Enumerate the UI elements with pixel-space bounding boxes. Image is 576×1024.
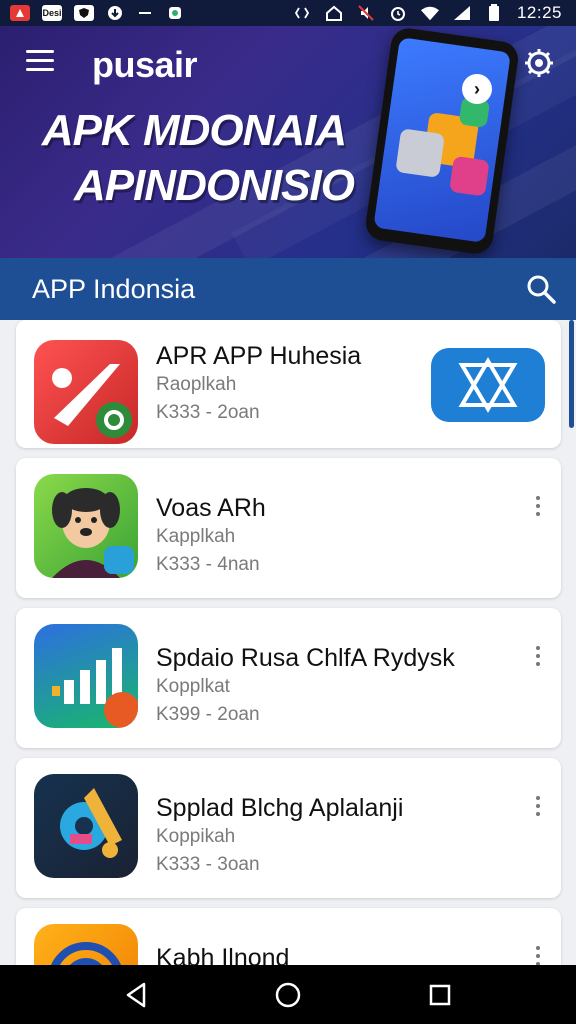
mute-icon [357, 5, 375, 21]
recents-square-icon[interactable] [420, 975, 460, 1015]
app-list-item[interactable]: Voas ARh Kapplkah K333 - 4nan [16, 458, 561, 598]
app-notification-icon [10, 5, 30, 21]
wifi-icon [420, 5, 439, 21]
hero-banner: pusair › APK MDONAIA APINDONISIO [0, 26, 576, 258]
signal-icon [453, 5, 471, 21]
app-list-item[interactable]: Kabh Ilnond [16, 908, 561, 965]
vpn-notification-icon [166, 5, 184, 21]
more-options-icon[interactable] [531, 942, 545, 965]
data-arrows-icon [293, 5, 311, 21]
menu-button[interactable] [26, 50, 54, 74]
home-circle-icon[interactable] [268, 975, 308, 1015]
app-name: Spdaio Rusa ChlfA Rydysk [156, 644, 455, 672]
battery-icon [485, 4, 503, 21]
app-list-item[interactable]: Spplad Blchg Aplalanji Koppikah K333 - 3… [16, 758, 561, 898]
gear-tool-app-icon [34, 774, 138, 878]
section-header: APP Indonsia [0, 258, 576, 320]
app-list-item[interactable]: APR APP Huhesia Raoplkah K333 - 2oan [16, 320, 561, 448]
scrollbar[interactable] [569, 320, 574, 428]
target-app-icon [34, 924, 138, 965]
app-meta: K333 - 3oan [156, 854, 260, 875]
app-list[interactable]: APR APP Huhesia Raoplkah K333 - 2oan Voa [0, 320, 576, 965]
home-icon [325, 5, 343, 21]
back-icon[interactable] [116, 975, 156, 1015]
app-meta: K333 - 2oan [156, 402, 260, 423]
hero-title-line1: APK MDONAIA [41, 106, 347, 155]
hero-title-line2: APINDONISIO [74, 161, 355, 210]
forward-arrow-icon: › [462, 74, 492, 104]
status-bar: Desi 12:25 [0, 0, 576, 26]
search-icon[interactable] [524, 272, 558, 306]
app-meta: K333 - 4nan [156, 554, 260, 575]
section-title: APP Indonsia [32, 273, 196, 304]
app-category: Koppikah [156, 826, 236, 847]
app-name: Voas ARh [156, 494, 266, 522]
settings-gear-icon[interactable] [524, 48, 554, 78]
app-name: APR APP Huhesia [156, 342, 362, 370]
dog-avatar-app-icon [34, 474, 138, 578]
alarm-icon [389, 5, 407, 21]
shield-notification-icon [74, 5, 94, 21]
red-app-icon [34, 340, 138, 444]
news-notification-icon: Desi [42, 5, 62, 21]
app-category: Kopplkat [156, 676, 230, 697]
app-category: Raoplkah [156, 374, 237, 395]
app-list-item[interactable]: Spdaio Rusa ChlfA Rydysk Kopplkat K399 -… [16, 608, 561, 748]
app-name: Kabh Ilnond [156, 944, 290, 965]
app-name: Spplad Blchg Aplalanji [156, 794, 404, 822]
download-notification-icon [106, 5, 124, 21]
more-options-icon[interactable] [531, 792, 545, 820]
system-nav-bar [0, 965, 576, 1024]
minus-icon [136, 5, 154, 21]
app-category: Kapplkah [156, 526, 236, 547]
app-logo: pusair [92, 44, 198, 85]
install-button[interactable] [431, 348, 545, 422]
more-options-icon[interactable] [531, 642, 545, 670]
bar-chart-app-icon [34, 624, 138, 728]
status-time: 12:25 [516, 3, 562, 22]
app-meta: K399 - 2oan [156, 704, 260, 725]
more-options-icon[interactable] [531, 492, 545, 520]
